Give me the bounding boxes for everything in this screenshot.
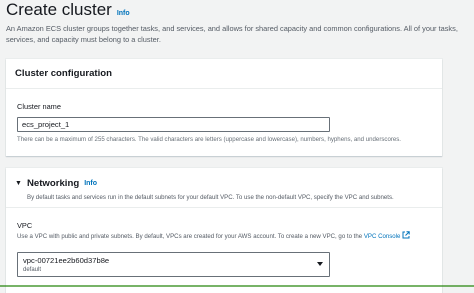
page-description: An Amazon ECS cluster groups together ta… [6, 24, 458, 44]
networking-description: By default tasks and services run in the… [27, 194, 394, 201]
vpc-description: Use a VPC with public and private subnet… [17, 231, 432, 242]
vpc-selected-sub: default [23, 267, 42, 273]
vpc-console-link-label: VPC Console [363, 233, 401, 240]
cluster-name-input[interactable] [17, 117, 330, 132]
caret-down-icon: ▼ [15, 180, 22, 187]
page-title: Create cluster [6, 0, 112, 19]
cluster-configuration-title: Cluster configuration [15, 68, 113, 79]
cluster-name-hint: There can be a maximum of 255 characters… [17, 136, 401, 143]
vpc-description-text: Use a VPC with public and private subnet… [17, 233, 363, 240]
info-link[interactable]: Info [117, 10, 130, 17]
networking-panel: ▼ Networking Info By default tasks and s… [6, 168, 442, 293]
divider [6, 207, 442, 208]
networking-info-link[interactable]: Info [84, 180, 97, 187]
vpc-select[interactable]: vpc-00721ee2b60d37b8e default [17, 252, 330, 277]
vpc-label: VPC [17, 221, 33, 230]
page-title-row: Create cluster Info [6, 0, 130, 20]
vpc-console-link[interactable]: VPC Console [363, 231, 411, 240]
vpc-selected-value: vpc-00721ee2b60d37b8e [23, 256, 110, 265]
chevron-down-icon [317, 262, 323, 266]
external-link-icon [402, 231, 411, 239]
cluster-configuration-panel: Cluster configuration Cluster name There… [6, 59, 442, 156]
panel-header: Cluster configuration [6, 59, 442, 89]
networking-toggle[interactable]: ▼ Networking Info [15, 178, 97, 189]
cluster-name-label: Cluster name [17, 102, 61, 111]
networking-title: Networking [26, 178, 80, 189]
